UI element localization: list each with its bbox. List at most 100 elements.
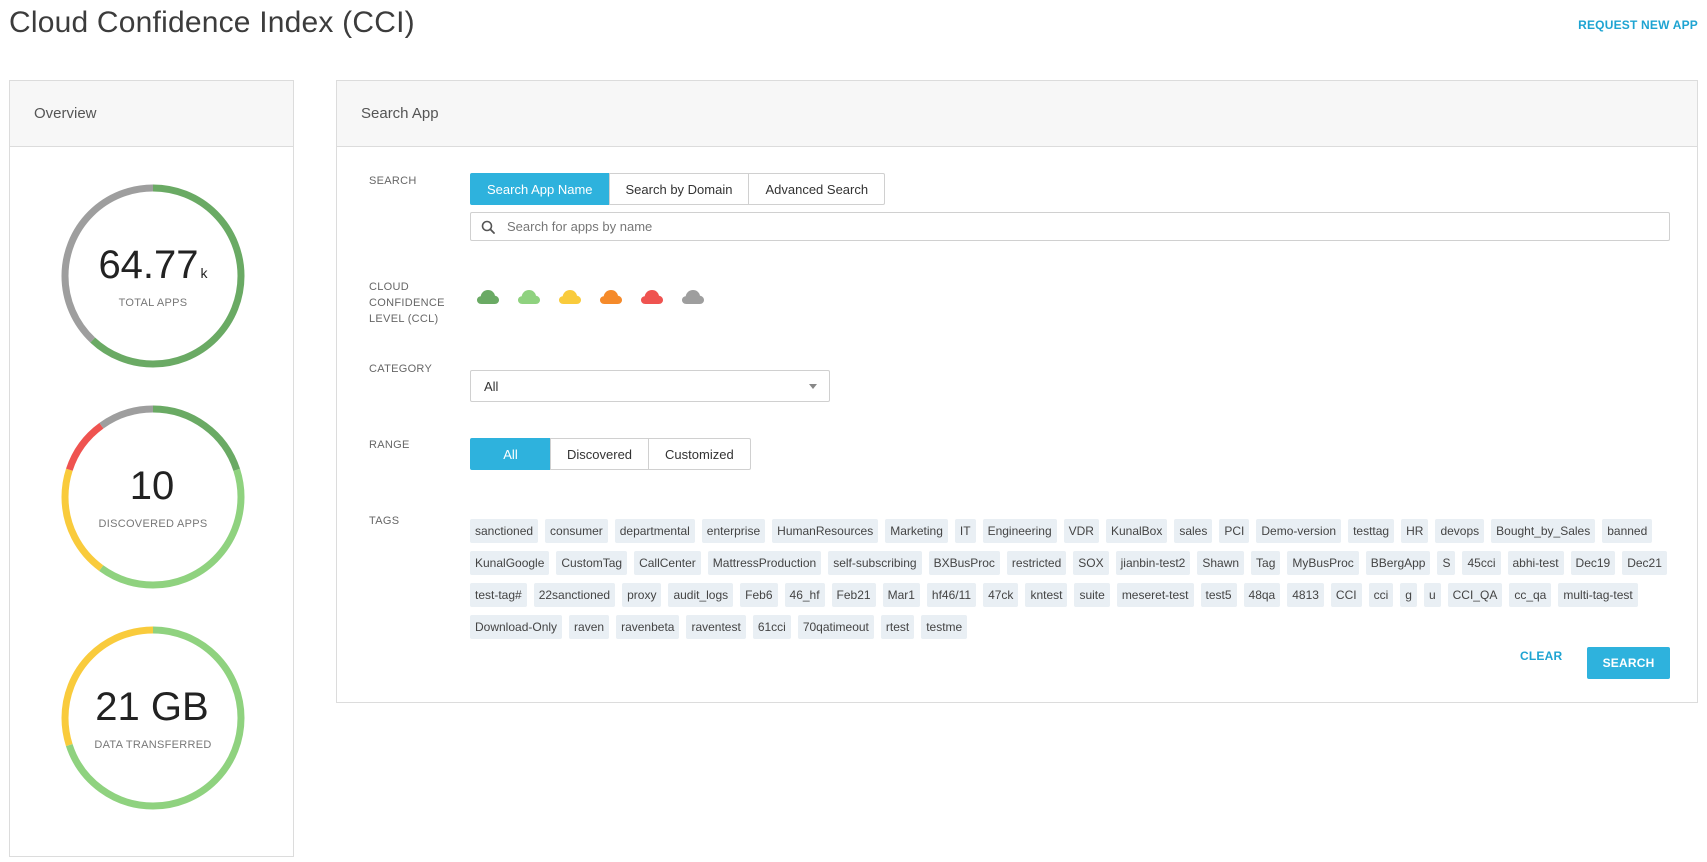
tag-chip[interactable]: testtag — [1348, 519, 1395, 543]
tag-chip[interactable]: 47ck — [983, 583, 1019, 607]
tag-chip[interactable]: restricted — [1006, 551, 1067, 575]
category-value: All — [484, 378, 499, 394]
search-button[interactable]: SEARCH — [1587, 647, 1670, 679]
tag-chip[interactable]: abhi-test — [1507, 551, 1564, 575]
cloud-icon[interactable] — [559, 290, 581, 304]
tag-chip[interactable]: Feb21 — [831, 583, 876, 607]
tag-chip[interactable]: HumanResources — [772, 519, 879, 543]
cloud-icon[interactable] — [641, 290, 663, 304]
tag-chip[interactable]: meseret-test — [1116, 583, 1194, 607]
tag-chip[interactable]: BXBusProc — [928, 551, 1000, 575]
tag-chip[interactable]: sales — [1174, 519, 1213, 543]
tag-chip[interactable]: 4813 — [1287, 583, 1324, 607]
tag-chip[interactable]: MyBusProc — [1287, 551, 1359, 575]
data-transferred-value: 21 GB — [95, 685, 209, 729]
overview-panel: Overview 64.77 k TOTAL APPS 10 DISCOVERED… — [9, 80, 294, 857]
range-all[interactable]: All — [470, 438, 551, 470]
tag-chip[interactable]: IT — [954, 519, 976, 543]
tag-chip[interactable]: 45cci — [1462, 551, 1501, 575]
tag-chip[interactable]: MattressProduction — [707, 551, 822, 575]
search-label: SEARCH — [369, 175, 417, 187]
tag-chip[interactable]: raventest — [686, 615, 746, 639]
cloud-icon[interactable] — [518, 290, 540, 304]
clear-button[interactable]: CLEAR — [1520, 649, 1562, 663]
tag-chip[interactable]: u — [1423, 583, 1441, 607]
tag-chip[interactable]: CCI — [1330, 583, 1362, 607]
tag-chip[interactable]: cci — [1368, 583, 1394, 607]
range-label: RANGE — [369, 439, 410, 451]
tag-chip[interactable]: KunalBox — [1105, 519, 1168, 543]
tag-chip[interactable]: Dec21 — [1622, 551, 1667, 575]
tag-chip[interactable]: Engineering — [982, 519, 1057, 543]
tag-chip[interactable]: Dec19 — [1570, 551, 1616, 575]
search-input[interactable] — [505, 213, 1669, 240]
tag-chip[interactable]: departmental — [614, 519, 695, 543]
tag-chip[interactable]: 48qa — [1243, 583, 1281, 607]
tag-chip[interactable]: consumer — [545, 519, 608, 543]
tag-chip[interactable]: Tag — [1251, 551, 1281, 575]
tag-chip[interactable]: CCI_QA — [1447, 583, 1503, 607]
tags-label: TAGS — [369, 515, 400, 527]
tag-chip[interactable]: BBergApp — [1365, 551, 1431, 575]
tag-chip[interactable]: self-subscribing — [828, 551, 922, 575]
ccl-filter — [477, 290, 704, 304]
tag-chip[interactable]: 70qatimeout — [797, 615, 874, 639]
tag-chip[interactable]: multi-tag-test — [1558, 583, 1638, 607]
search-icon — [471, 220, 505, 234]
search-app-header: Search App — [337, 81, 1697, 147]
tab-search-by-domain[interactable]: Search by Domain — [608, 173, 750, 205]
tag-chip[interactable]: HR — [1401, 519, 1429, 543]
tag-chip[interactable]: Demo-version — [1256, 519, 1342, 543]
tag-chip[interactable]: devops — [1435, 519, 1485, 543]
tag-chip[interactable]: SOX — [1073, 551, 1109, 575]
tag-chip[interactable]: test-tag# — [470, 583, 527, 607]
tag-chip[interactable]: banned — [1602, 519, 1653, 543]
tag-chip[interactable]: test5 — [1200, 583, 1237, 607]
tag-chip[interactable]: rtest — [880, 615, 915, 639]
cloud-icon[interactable] — [682, 290, 704, 304]
tag-chip[interactable]: CustomTag — [556, 551, 628, 575]
tag-chip[interactable]: S — [1437, 551, 1456, 575]
tag-chip[interactable]: KunalGoogle — [470, 551, 550, 575]
tag-chip[interactable]: Shawn — [1197, 551, 1245, 575]
tag-chip[interactable]: sanctioned — [470, 519, 539, 543]
tag-chip[interactable]: testme — [921, 615, 968, 639]
total-apps-label: TOTAL APPS — [118, 297, 188, 309]
tag-chip[interactable]: 61cci — [752, 615, 791, 639]
tag-chip[interactable]: jianbin-test2 — [1115, 551, 1191, 575]
range-customized[interactable]: Customized — [648, 438, 751, 470]
tag-chip[interactable]: VDR — [1063, 519, 1099, 543]
tag-chip[interactable]: audit_logs — [668, 583, 734, 607]
cloud-icon[interactable] — [600, 290, 622, 304]
tag-chip[interactable]: Mar1 — [882, 583, 920, 607]
tag-chip[interactable]: raven — [569, 615, 610, 639]
total-apps-value: 64.77 k — [98, 243, 208, 287]
tag-chip[interactable]: enterprise — [701, 519, 766, 543]
tag-chip[interactable]: 22sanctioned — [533, 583, 616, 607]
tag-chip[interactable]: g — [1400, 583, 1417, 607]
total-apps-donut: 64.77 k TOTAL APPS — [50, 173, 256, 379]
range-discovered[interactable]: Discovered — [550, 438, 650, 470]
overview-header: Overview — [10, 81, 293, 147]
tab-advanced-search[interactable]: Advanced Search — [748, 173, 886, 205]
search-app-panel: Search App SEARCH Search App Name Search… — [336, 80, 1698, 703]
tag-chip[interactable]: Marketing — [885, 519, 948, 543]
tag-chip[interactable]: kntest — [1025, 583, 1068, 607]
tab-search-app-name[interactable]: Search App Name — [470, 173, 610, 205]
discovered-apps-label: DISCOVERED APPS — [98, 518, 208, 530]
tag-chip[interactable]: Download-Only — [470, 615, 563, 639]
tag-chip[interactable]: hf46/11 — [926, 583, 977, 607]
cloud-icon[interactable] — [477, 290, 499, 304]
tag-chip[interactable]: Bought_by_Sales — [1491, 519, 1596, 543]
tag-chip[interactable]: proxy — [622, 583, 662, 607]
tag-chip[interactable]: CallCenter — [634, 551, 701, 575]
tag-chip[interactable]: cc_qa — [1509, 583, 1552, 607]
category-select[interactable]: All — [470, 370, 830, 402]
tag-chip[interactable]: suite — [1074, 583, 1110, 607]
request-new-app-link[interactable]: REQUEST NEW APP — [1578, 18, 1698, 32]
chevron-down-icon — [809, 384, 817, 389]
tag-chip[interactable]: PCI — [1219, 519, 1250, 543]
tag-chip[interactable]: Feb6 — [740, 583, 778, 607]
tag-chip[interactable]: ravenbeta — [616, 615, 680, 639]
tag-chip[interactable]: 46_hf — [784, 583, 825, 607]
